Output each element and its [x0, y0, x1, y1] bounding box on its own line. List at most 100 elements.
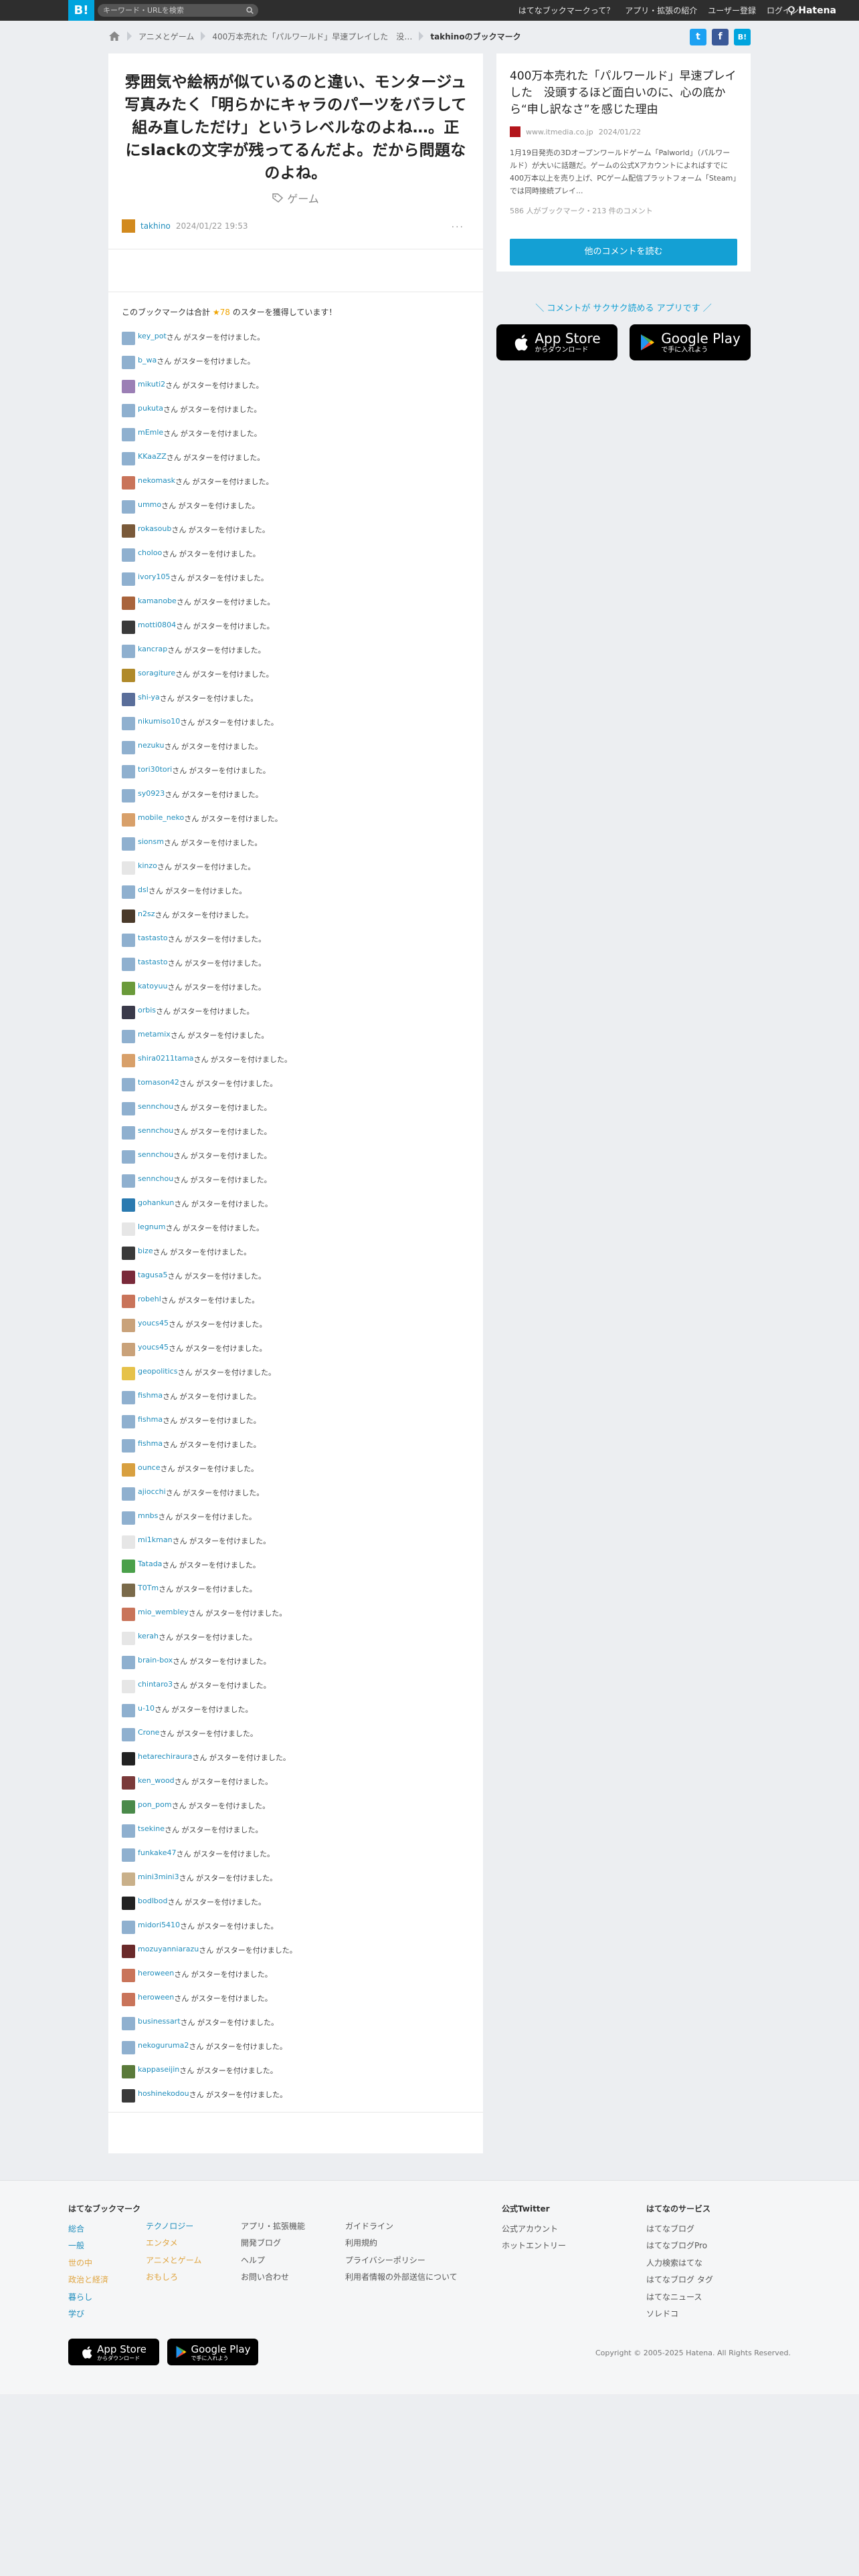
user-avatar-icon[interactable]: [122, 1728, 135, 1741]
user-avatar-icon[interactable]: [122, 1848, 135, 1862]
user-avatar-icon[interactable]: [122, 2017, 135, 2030]
star-user-name[interactable]: bodlbod: [138, 1897, 167, 1905]
footer-link[interactable]: プライバシーポリシー: [345, 2252, 458, 2270]
facebook-share-icon[interactable]: f: [712, 29, 729, 45]
user-avatar-icon[interactable]: [122, 404, 135, 417]
user-avatar-icon[interactable]: [122, 332, 135, 345]
user-avatar-icon[interactable]: [122, 1560, 135, 1573]
star-user-name[interactable]: hoshinekodou: [138, 2089, 189, 2098]
star-user-name[interactable]: b_wa: [138, 356, 157, 364]
google-play-badge[interactable]: Google Play で手に入れよう: [630, 324, 751, 360]
star-user-name[interactable]: youcs45: [138, 1319, 169, 1327]
star-user-name[interactable]: ounce: [138, 1463, 161, 1472]
user-avatar-icon[interactable]: [122, 1295, 135, 1308]
user-avatar-icon[interactable]: [122, 452, 135, 465]
star-user-name[interactable]: heroween: [138, 1993, 174, 2002]
star-user-name[interactable]: motti0804: [138, 621, 176, 629]
footer-link[interactable]: 利用規約: [345, 2235, 458, 2252]
user-avatar-icon[interactable]: [122, 1319, 135, 1332]
user-avatar-icon[interactable]: [122, 1006, 135, 1019]
star-user-name[interactable]: tastasto: [138, 934, 168, 942]
user-avatar-icon[interactable]: [122, 1921, 135, 1934]
user-avatar-icon[interactable]: [122, 621, 135, 634]
user-avatar-icon[interactable]: [122, 1897, 135, 1910]
user-avatar-icon[interactable]: [122, 1222, 135, 1236]
footer-link[interactable]: アプリ・拡張機能: [241, 2218, 305, 2236]
star-user-name[interactable]: choloo: [138, 548, 162, 557]
star-user-name[interactable]: fishma: [138, 1439, 163, 1448]
hatena-share-icon[interactable]: B!: [734, 29, 751, 45]
read-other-comments-button[interactable]: 他のコメントを読む: [510, 239, 737, 265]
footer-category-link[interactable]: テクノロジー: [146, 2218, 201, 2236]
user-avatar-icon[interactable]: [122, 524, 135, 538]
star-user-name[interactable]: mnbs: [138, 1511, 158, 1520]
entry-bookmark-count[interactable]: 586 人がブックマーク・213 件のコメント: [510, 205, 737, 216]
footer-google-play-badge[interactable]: Google Play で手に入れよう: [167, 2339, 258, 2365]
user-avatar-icon[interactable]: [122, 1824, 135, 1838]
user-avatar-icon[interactable]: [122, 1752, 135, 1765]
user-avatar-icon[interactable]: [122, 380, 135, 393]
entry-site[interactable]: www.itmedia.co.jp: [526, 128, 593, 136]
star-user-name[interactable]: nezuku: [138, 741, 165, 750]
star-user-name[interactable]: bize: [138, 1247, 153, 1255]
star-user-name[interactable]: mi1kman: [138, 1535, 173, 1544]
star-user-name[interactable]: sy0923: [138, 789, 165, 798]
user-avatar-icon[interactable]: [122, 885, 135, 899]
star-user-name[interactable]: tastasto: [138, 958, 168, 966]
star-user-name[interactable]: Crone: [138, 1728, 159, 1737]
footer-link[interactable]: はてなブログ: [646, 2221, 713, 2238]
footer-app-store-badge[interactable]: App Store からダウンロード: [68, 2339, 159, 2365]
star-user-name[interactable]: nikumiso10: [138, 717, 180, 726]
star-user-name[interactable]: pon_pom: [138, 1800, 172, 1809]
user-avatar-icon[interactable]: [122, 765, 135, 778]
star-user-name[interactable]: pukuta: [138, 404, 163, 413]
user-avatar-icon[interactable]: [122, 1704, 135, 1717]
star-user-name[interactable]: ummo: [138, 500, 161, 509]
user-avatar-icon[interactable]: [122, 1463, 135, 1477]
user-avatar-icon[interactable]: [122, 476, 135, 490]
search-input[interactable]: [103, 4, 237, 17]
user-avatar-icon[interactable]: [122, 1198, 135, 1212]
hatena-bookmark-logo[interactable]: B!: [68, 0, 94, 21]
footer-category-link[interactable]: 暮らし: [68, 2289, 140, 2306]
user-avatar-icon[interactable]: [122, 669, 135, 682]
star-user-name[interactable]: mikuti2: [138, 380, 165, 389]
app-store-badge[interactable]: App Store からダウンロード: [496, 324, 617, 360]
user-avatar-icon[interactable]: [122, 693, 135, 706]
user-avatar-icon[interactable]: [122, 1174, 135, 1188]
star-user-name[interactable]: midori5410: [138, 1921, 180, 1929]
star-user-name[interactable]: sionsm: [138, 837, 164, 846]
user-avatar-icon[interactable]: [122, 1150, 135, 1164]
star-user-name[interactable]: businessart: [138, 2017, 181, 2026]
hatena-brand[interactable]: Hatena: [787, 0, 836, 21]
star-user-name[interactable]: hetarechiraura: [138, 1752, 192, 1761]
user-avatar-icon[interactable]: [122, 1439, 135, 1453]
footer-category-link[interactable]: 総合: [68, 2221, 140, 2238]
user-avatar-icon[interactable]: [122, 1247, 135, 1260]
star-user-name[interactable]: u-10: [138, 1704, 155, 1713]
entry-card[interactable]: 400万本売れた「パルワールド」早速プレイした 没頭するほど面白いのに、心の底か…: [496, 53, 751, 246]
star-user-name[interactable]: soragiture: [138, 669, 175, 677]
user-avatar-icon[interactable]: [122, 1102, 135, 1115]
user-avatar-icon[interactable]: [122, 1800, 135, 1814]
user-avatar-icon[interactable]: [122, 982, 135, 995]
user-avatar-icon[interactable]: [122, 1632, 135, 1645]
footer-link[interactable]: はてなブログ タグ: [646, 2272, 713, 2289]
user-avatar-icon[interactable]: [122, 1511, 135, 1525]
user-avatar-icon[interactable]: [122, 1680, 135, 1693]
footer-link[interactable]: ホットエントリー: [502, 2238, 566, 2255]
user-avatar-icon[interactable]: [122, 1945, 135, 1958]
user-avatar-icon[interactable]: [122, 1054, 135, 1067]
star-user-name[interactable]: T0Tm: [138, 1584, 159, 1592]
footer-category-link[interactable]: おもしろ: [146, 2269, 201, 2286]
star-user-name[interactable]: dsl: [138, 885, 149, 894]
footer-link[interactable]: お問い合わせ: [241, 2269, 305, 2286]
user-avatar-icon[interactable]: [122, 958, 135, 971]
star-user-name[interactable]: tori30tori: [138, 765, 172, 774]
user-avatar-icon[interactable]: [122, 1535, 135, 1549]
nav-apps[interactable]: アプリ・拡張の紹介: [625, 5, 697, 16]
star-user-name[interactable]: ken_wood: [138, 1776, 175, 1785]
star-user-name[interactable]: gohankun: [138, 1198, 174, 1207]
star-user-name[interactable]: sennchou: [138, 1150, 173, 1159]
star-user-name[interactable]: fishma: [138, 1415, 163, 1424]
